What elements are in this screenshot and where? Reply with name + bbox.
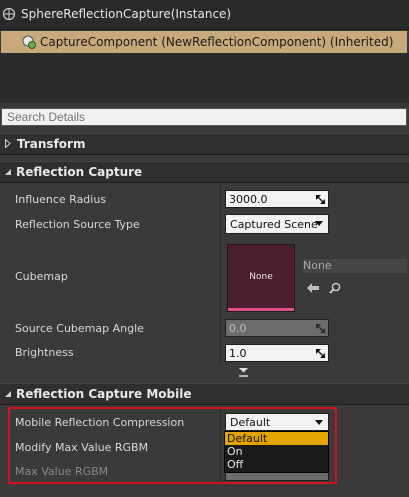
asset-type-bar	[228, 308, 294, 311]
capture-component-icon	[21, 34, 37, 50]
category-reflection-capture[interactable]: Reflection Capture	[0, 161, 409, 183]
spin-arrows-icon[interactable]	[316, 349, 325, 358]
highlight-box	[8, 407, 337, 484]
category-reflection-capture-mobile[interactable]: Reflection Capture Mobile	[0, 383, 409, 405]
search-details-input[interactable]	[1, 108, 407, 126]
cubemap-label: Cubemap	[15, 270, 68, 283]
expand-arrow-icon	[5, 137, 11, 151]
cubemap-thumbnail[interactable]: None	[227, 244, 295, 312]
advanced-expander[interactable]	[0, 366, 409, 380]
spin-arrows-icon	[316, 324, 325, 333]
influence-radius-input[interactable]: 3000.0	[225, 190, 329, 208]
influence-radius-value: 3000.0	[229, 192, 268, 206]
advanced-arrow-icon	[238, 367, 249, 381]
category-reflection-capture-mobile-label: Reflection Capture Mobile	[16, 387, 192, 401]
influence-radius-label: Influence Radius	[15, 193, 107, 206]
cubemap-asset-name[interactable]: None	[302, 259, 407, 273]
brightness-value: 1.0	[229, 346, 247, 360]
cubemap-thumbnail-text: None	[249, 272, 273, 282]
source-type-dropdown[interactable]: Captured Scene	[225, 214, 329, 234]
collapse-arrow-icon	[4, 387, 12, 401]
instance-row[interactable]: SphereReflectionCapture(Instance)	[0, 2, 231, 26]
column-splitter[interactable]	[220, 185, 221, 365]
brightness-input[interactable]: 1.0	[225, 344, 329, 362]
collapse-arrow-icon	[4, 165, 12, 179]
category-reflection-capture-label: Reflection Capture	[16, 165, 143, 179]
use-selected-arrow-icon[interactable]	[307, 283, 319, 296]
chevron-down-icon	[315, 221, 323, 226]
actor-icon	[2, 7, 16, 21]
spin-arrows-icon[interactable]	[316, 195, 325, 204]
source-type-value: Captured Scene	[230, 217, 318, 231]
brightness-label: Brightness	[15, 346, 74, 359]
category-transform[interactable]: Transform	[0, 133, 409, 155]
source-type-label: Reflection Source Type	[15, 218, 140, 231]
instance-label: SphereReflectionCapture(Instance)	[21, 7, 232, 21]
capture-component-label: CaptureComponent (NewReflectionComponent…	[40, 35, 394, 49]
browse-search-icon[interactable]	[329, 282, 341, 297]
tree-empty-area	[0, 53, 409, 103]
source-angle-input: 0.0	[225, 319, 329, 337]
source-angle-value: 0.0	[229, 321, 247, 335]
capture-component-row[interactable]: CaptureComponent (NewReflectionComponent…	[1, 31, 407, 53]
category-transform-label: Transform	[17, 137, 86, 151]
source-angle-label: Source Cubemap Angle	[15, 322, 144, 335]
details-panel-bottom	[0, 486, 409, 497]
